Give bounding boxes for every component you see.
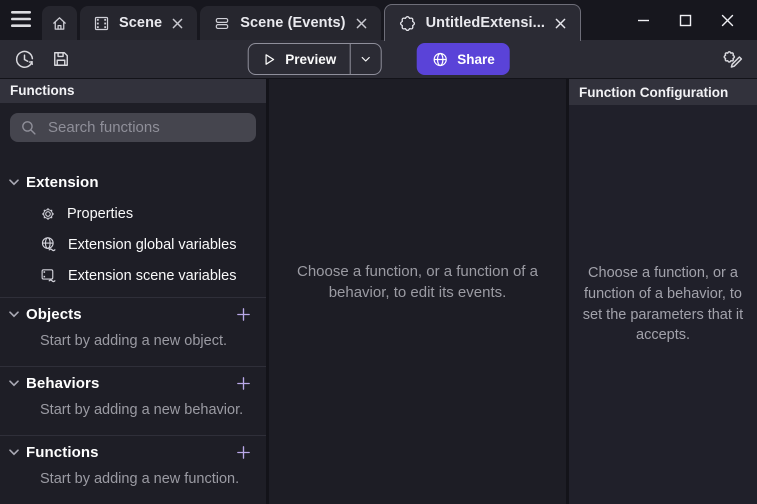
close-window-button[interactable] <box>713 6 741 34</box>
tab-home[interactable] <box>42 6 77 40</box>
title-bar: Scene Scene (Events) Un <box>0 0 757 40</box>
list-item-scene-variables[interactable]: Extension scene variables <box>0 260 266 291</box>
behaviors-empty-hint: Start by adding a new behavior. <box>0 399 266 429</box>
play-icon <box>261 52 276 67</box>
preview-label: Preview <box>285 52 336 67</box>
preview-dropdown-button[interactable] <box>350 44 380 74</box>
item-label: Properties <box>67 206 133 222</box>
section-header-objects[interactable]: Objects <box>0 298 266 330</box>
list-item-global-variables[interactable]: Extension global variables <box>0 229 266 260</box>
film-icon <box>93 15 110 32</box>
preview-button[interactable]: Preview <box>247 43 381 75</box>
toolbar-left <box>0 49 71 70</box>
scene-variable-icon <box>40 267 57 284</box>
add-behavior-button[interactable] <box>233 373 254 394</box>
configuration-empty-message: Choose a function, or a function of a be… <box>580 263 746 345</box>
chevron-down-icon <box>9 380 19 387</box>
home-icon <box>51 15 68 32</box>
item-label: Extension scene variables <box>68 268 236 284</box>
hamburger-menu-icon[interactable] <box>11 10 31 28</box>
section-title: Extension <box>26 174 254 191</box>
tab-untitled-extension[interactable]: UntitledExtensi... <box>384 4 581 41</box>
chevron-down-icon <box>9 449 19 456</box>
add-object-button[interactable] <box>233 304 254 325</box>
events-sheet-icon <box>213 15 231 32</box>
section-title: Objects <box>26 306 233 323</box>
events-editor-panel: Choose a function, or a function of a be… <box>269 79 569 504</box>
panel-title: Functions <box>10 83 75 98</box>
section-title: Behaviors <box>26 375 233 392</box>
close-tab-icon[interactable] <box>171 17 184 29</box>
panel-title: Function Configuration <box>579 85 728 100</box>
maximize-button[interactable] <box>671 6 699 34</box>
window-controls <box>629 0 757 40</box>
section-title: Functions <box>26 444 233 461</box>
tab-scene[interactable]: Scene <box>80 6 197 40</box>
item-label: Extension global variables <box>68 237 236 253</box>
list-item-properties[interactable]: Properties <box>0 198 266 229</box>
function-configuration-body: Choose a function, or a function of a be… <box>569 105 757 504</box>
toolbar-center: Preview Share <box>247 43 510 75</box>
toolbar: Preview Share <box>0 40 757 78</box>
objects-empty-hint: Start by adding a new object. <box>0 330 266 360</box>
search-icon <box>20 119 37 136</box>
tab-label: UntitledExtensi... <box>426 15 545 31</box>
section-header-behaviors[interactable]: Behaviors <box>0 367 266 399</box>
globe-icon <box>431 51 448 68</box>
toolbar-right <box>720 40 744 78</box>
events-empty-message: Choose a function, or a function of a be… <box>278 261 558 303</box>
section-extension: Extension Properties <box>0 166 266 297</box>
share-button[interactable]: Share <box>416 43 510 75</box>
add-function-button[interactable] <box>233 442 254 463</box>
close-tab-icon[interactable] <box>355 17 368 29</box>
chevron-down-icon <box>9 311 19 318</box>
close-tab-icon[interactable] <box>554 17 567 29</box>
minimize-button[interactable] <box>629 6 657 34</box>
functions-panel-header: Functions <box>0 79 266 103</box>
section-objects: Objects Start by adding a new object. <box>0 297 266 366</box>
functions-empty-hint: Start by adding a new function. <box>0 468 266 498</box>
function-configuration-header: Function Configuration <box>569 79 757 105</box>
tab-scene-events[interactable]: Scene (Events) <box>200 6 380 40</box>
section-header-functions[interactable]: Functions <box>0 436 266 468</box>
section-behaviors: Behaviors Start by adding a new behavior… <box>0 366 266 435</box>
chevron-down-icon <box>359 53 371 65</box>
extension-puzzle-icon <box>398 14 417 33</box>
gear-icon <box>40 206 56 222</box>
edit-extension-icon[interactable] <box>720 47 744 71</box>
history-icon[interactable] <box>14 49 35 70</box>
tab-label: Scene (Events) <box>240 15 345 31</box>
function-configuration-panel: Function Configuration Choose a function… <box>569 79 757 504</box>
save-icon[interactable] <box>51 49 71 69</box>
section-functions: Functions Start by adding a new function… <box>0 435 266 504</box>
globe-variable-icon <box>40 236 57 253</box>
preview-main[interactable]: Preview <box>248 44 349 74</box>
tab-label: Scene <box>119 15 162 31</box>
search-input[interactable] <box>46 118 249 137</box>
share-label: Share <box>457 52 495 67</box>
main-area: Functions Extension <box>0 78 757 504</box>
search-box[interactable] <box>10 113 256 142</box>
tab-bar: Scene Scene (Events) Un <box>42 0 584 40</box>
functions-panel: Functions Extension <box>0 79 269 504</box>
section-header-extension[interactable]: Extension <box>0 166 266 198</box>
chevron-down-icon <box>9 179 19 186</box>
